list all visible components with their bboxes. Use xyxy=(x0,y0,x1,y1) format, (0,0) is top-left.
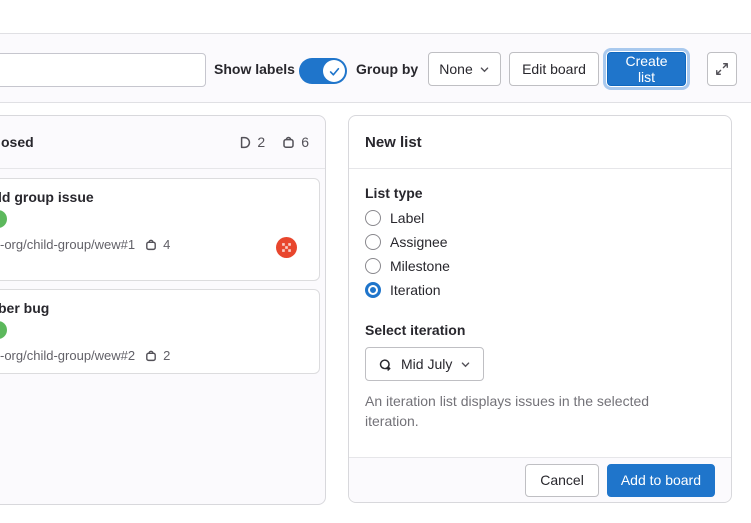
radio-option-label[interactable]: Label xyxy=(365,210,715,226)
issue-board-screen: Show labels Group by None Edit board Cre… xyxy=(0,0,751,523)
radio-option-milestone[interactable]: Milestone xyxy=(365,258,715,274)
issue-reference: -org/child-group/wew#2 xyxy=(0,348,135,363)
panel-footer: Cancel Add to board xyxy=(349,457,731,502)
list-type-heading: List type xyxy=(365,185,715,201)
weight-icon xyxy=(144,349,158,363)
add-to-board-button[interactable]: Add to board xyxy=(607,464,715,497)
check-icon xyxy=(328,65,341,78)
issue-reference: -org/child-group/wew#1 xyxy=(0,237,135,252)
board-toolbar: Show labels Group by None Edit board Cre… xyxy=(0,33,751,103)
iteration-icon xyxy=(378,357,393,372)
column-counts: 2 6 xyxy=(237,134,309,150)
weight-icon xyxy=(281,135,296,150)
card-list: ld group issue g -org/child-group/wew#1 … xyxy=(0,169,325,374)
radio-option-assignee[interactable]: Assignee xyxy=(365,234,715,250)
group-by-value: None xyxy=(439,61,472,77)
iteration-help-text: An iteration list displays issues in the… xyxy=(365,391,695,431)
show-labels-label: Show labels xyxy=(214,61,295,77)
radio-label: Milestone xyxy=(390,258,450,274)
assignee-avatar[interactable] xyxy=(276,237,297,258)
weight-icon xyxy=(144,238,158,252)
card-meta: -org/child-group/wew#2 2 xyxy=(0,348,307,363)
card-title: ld group issue xyxy=(0,189,307,205)
issue-icon xyxy=(237,135,252,150)
edit-board-button[interactable]: Edit board xyxy=(509,52,599,86)
create-list-button[interactable]: Create list xyxy=(607,52,686,86)
radio-icon[interactable] xyxy=(365,210,381,226)
board-column-closed: osed 2 6 xyxy=(0,115,326,505)
new-list-panel: New list List type Label Assignee Milest… xyxy=(348,115,732,503)
group-by-label: Group by xyxy=(356,61,418,77)
iteration-value: Mid July xyxy=(401,356,452,372)
chevron-down-icon xyxy=(460,359,471,370)
expand-icon xyxy=(715,62,729,76)
search-input[interactable] xyxy=(0,53,206,87)
iteration-dropdown[interactable]: Mid July xyxy=(365,347,484,381)
radio-label: Iteration xyxy=(390,282,441,298)
issue-card[interactable]: ld group issue g -org/child-group/wew#1 … xyxy=(0,178,320,281)
card-weight: 4 xyxy=(163,237,170,252)
cancel-button[interactable]: Cancel xyxy=(525,464,599,497)
radio-label: Assignee xyxy=(390,234,448,250)
group-by-dropdown[interactable]: None xyxy=(428,52,501,86)
chevron-down-icon xyxy=(479,64,490,75)
column-weight: 6 xyxy=(301,134,309,150)
issue-card[interactable]: ber bug g -org/child-group/wew#2 2 xyxy=(0,289,320,374)
toggle-knob xyxy=(323,60,345,82)
radio-icon[interactable] xyxy=(365,234,381,250)
column-header: osed 2 6 xyxy=(0,116,325,169)
expand-button[interactable] xyxy=(707,52,737,86)
panel-body: List type Label Assignee Milestone Itera… xyxy=(349,169,731,447)
column-title: osed xyxy=(1,134,34,150)
card-meta: -org/child-group/wew#1 4 xyxy=(0,237,307,252)
card-weight: 2 xyxy=(163,348,170,363)
label-badge[interactable]: g xyxy=(0,321,7,339)
radio-icon-selected[interactable] xyxy=(365,282,381,298)
panel-title: New list xyxy=(349,116,731,169)
radio-icon[interactable] xyxy=(365,258,381,274)
radio-label: Label xyxy=(390,210,424,226)
label-badge[interactable]: g xyxy=(0,210,7,228)
card-title: ber bug xyxy=(0,300,307,316)
issue-count: 2 xyxy=(257,134,265,150)
show-labels-toggle[interactable] xyxy=(299,58,347,84)
radio-option-iteration[interactable]: Iteration xyxy=(365,282,715,298)
select-iteration-heading: Select iteration xyxy=(365,322,715,338)
